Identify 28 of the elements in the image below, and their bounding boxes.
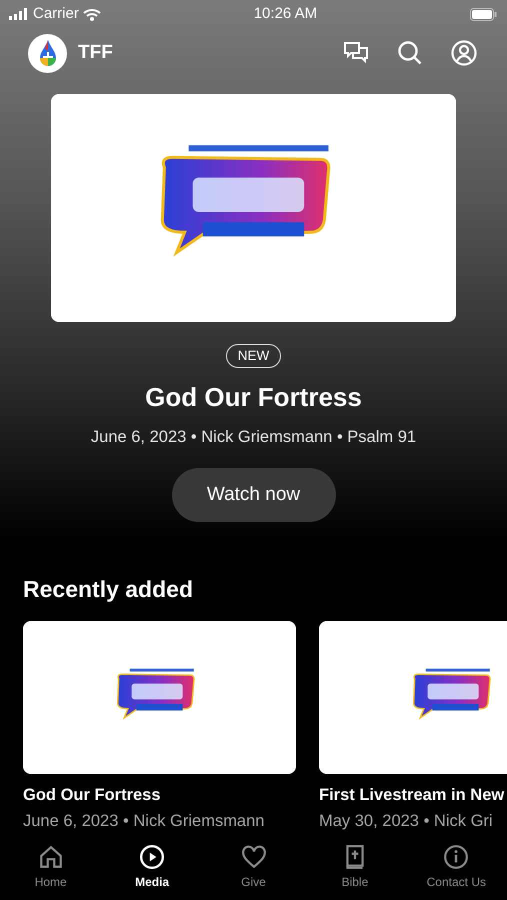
tab-item[interactable]: Bible — [304, 844, 406, 900]
app-title: TFF — [78, 40, 113, 65]
featured-title: God Our Fortress — [145, 381, 362, 414]
new-badge: NEW — [226, 344, 282, 368]
media-title[interactable]: God Our Fortress — [23, 782, 296, 808]
battery-icon — [470, 8, 497, 20]
featured-meta: June 6, 2023 • Nick Griemsmann • Psalm 91 — [90, 427, 416, 448]
tab-item[interactable]: Contact Us — [406, 844, 507, 900]
watch-now-button[interactable]: Watch now — [172, 468, 336, 522]
carrier-name: Carrier — [33, 4, 79, 24]
signal-icon — [9, 8, 29, 20]
profile-icon[interactable] — [451, 40, 477, 66]
app-logo[interactable] — [28, 34, 67, 72]
tab-item[interactable]: Give — [202, 844, 304, 900]
home-icon — [38, 844, 64, 870]
info-icon — [443, 844, 470, 870]
media-title[interactable]: First Livestream in New — [319, 782, 507, 808]
chat-icon[interactable] — [343, 41, 369, 65]
tab-item[interactable]: Media — [101, 844, 203, 900]
search-icon[interactable] — [397, 40, 423, 66]
wifi-icon — [82, 8, 101, 20]
media-meta: June 6, 2023 • Nick Griemsmann — [23, 811, 266, 832]
media-meta: May 30, 2023 • Nick Gri — [319, 811, 494, 832]
section-heading: Recently added — [23, 575, 194, 604]
status-time: 10:26 AM — [254, 4, 318, 24]
heart-icon — [240, 844, 267, 870]
tab-item[interactable]: Home — [0, 844, 102, 900]
play-icon — [139, 844, 166, 870]
